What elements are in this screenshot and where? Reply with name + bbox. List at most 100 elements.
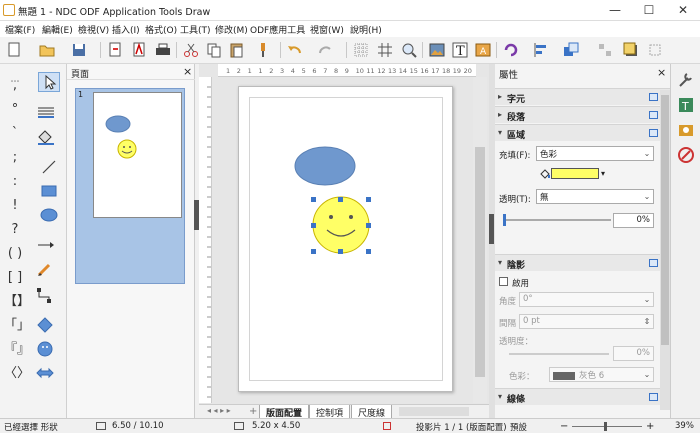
menu-help[interactable]: 說明(H) xyxy=(350,23,382,36)
glyph-exclamation[interactable]: ! xyxy=(4,196,26,216)
zoom-slider-thumb[interactable] xyxy=(604,422,607,431)
shadow-more-icon[interactable] xyxy=(649,259,658,267)
menu-tools[interactable]: 工具(T) xyxy=(180,23,211,36)
transparency-slider[interactable] xyxy=(499,214,611,226)
minimize-button[interactable]: — xyxy=(598,0,632,21)
pages-panel-close-icon[interactable]: × xyxy=(183,65,192,78)
glyph-brackets[interactable]: [ ] xyxy=(4,268,26,288)
zoom-out-icon[interactable]: − xyxy=(560,421,568,432)
horizontal-ruler[interactable]: 1 2 1 1 2 3 4 5 6 7 8 9 10 11 12 13 14 15 16 17 18 19 20 xyxy=(218,64,476,77)
maximize-button[interactable]: ☐ xyxy=(632,0,666,21)
paste-icon[interactable] xyxy=(228,41,246,59)
redo-icon[interactable] xyxy=(316,41,334,59)
glyph-semicolon[interactable]: ; xyxy=(4,148,26,168)
zoom-slider[interactable] xyxy=(572,426,642,427)
section-paragraph[interactable]: ▸ 段落 xyxy=(495,106,670,123)
area-more-icon[interactable] xyxy=(649,129,658,137)
menu-window[interactable]: 視窗(W) xyxy=(310,23,344,36)
menu-odf-tools[interactable]: ODF應用工具 xyxy=(250,23,305,36)
arrange-icon[interactable] xyxy=(562,41,580,59)
line-color-icon[interactable] xyxy=(35,102,57,122)
menu-format[interactable]: 格式(O) xyxy=(145,23,177,36)
line-more-icon[interactable] xyxy=(649,393,658,401)
line-arrow-tool-icon[interactable] xyxy=(35,236,57,256)
fill-select[interactable]: 色彩 ⌄ xyxy=(536,146,654,161)
glyph-lenticular[interactable]: 【】 xyxy=(4,292,30,312)
close-button[interactable]: ✕ xyxy=(666,0,700,21)
helplines-icon[interactable] xyxy=(376,41,394,59)
properties-deck-icon[interactable] xyxy=(676,70,696,90)
tab-nav-arrows[interactable]: ◂ ◂ ▸ ▸ xyxy=(207,406,231,415)
section-shadow[interactable]: ▾ 陰影 xyxy=(495,254,670,271)
vertical-scrollbar-thumb[interactable] xyxy=(475,147,485,377)
ellipse-tool-icon[interactable] xyxy=(38,206,60,226)
add-layer-icon[interactable]: + xyxy=(249,406,257,417)
rectangle-tool-icon[interactable] xyxy=(38,182,60,202)
styles-deck-icon[interactable]: T xyxy=(676,95,696,115)
tab-layout[interactable]: 版面配置 xyxy=(259,405,310,419)
glyph-backtick[interactable]: ` xyxy=(4,124,26,144)
open-icon[interactable] xyxy=(38,41,56,59)
shadow-enable-checkbox[interactable] xyxy=(499,277,508,286)
rotate-icon[interactable] xyxy=(502,41,520,59)
grid-icon[interactable] xyxy=(352,41,370,59)
drawing-page[interactable] xyxy=(238,86,453,392)
section-area[interactable]: ▾ 區域 xyxy=(495,124,670,141)
sidebar-scrollbar-thumb[interactable] xyxy=(661,95,669,345)
transparency-select[interactable]: 無 ⌄ xyxy=(536,189,654,204)
section-character[interactable]: ▸ 字元 xyxy=(495,88,670,105)
distribute-icon[interactable] xyxy=(596,41,614,59)
navigator-deck-icon[interactable] xyxy=(676,145,696,165)
shadow-icon[interactable] xyxy=(622,41,640,59)
glyph-white-corner-brackets[interactable]: 『』 xyxy=(4,340,30,360)
undo-icon[interactable] xyxy=(286,41,304,59)
glyph-colon[interactable]: : xyxy=(4,172,26,192)
fill-color-swatch[interactable] xyxy=(551,168,599,179)
sidebar-close-icon[interactable]: × xyxy=(657,66,666,79)
fill-color-dropdown-icon[interactable]: ▾ xyxy=(601,169,605,178)
align-icon[interactable] xyxy=(532,41,550,59)
vertical-scrollbar[interactable] xyxy=(473,77,487,403)
insert-image-icon[interactable] xyxy=(428,41,446,59)
clone-formatting-icon[interactable] xyxy=(258,41,276,59)
curve-tool-icon[interactable] xyxy=(35,260,57,280)
menu-edit[interactable]: 編輯(E) xyxy=(42,23,73,36)
save-icon[interactable] xyxy=(70,41,88,59)
glyph-question[interactable]: ? xyxy=(4,220,26,240)
glyph-parentheses[interactable]: ( ) xyxy=(4,244,26,264)
text-box-icon[interactable]: T xyxy=(451,41,469,59)
block-arrows-icon[interactable] xyxy=(35,364,57,384)
page-thumbnail[interactable]: 1 xyxy=(75,88,185,284)
connector-tool-icon[interactable] xyxy=(35,286,57,306)
new-icon[interactable] xyxy=(5,41,23,59)
line-tool-icon[interactable] xyxy=(38,158,60,178)
zoom-icon[interactable] xyxy=(400,41,418,59)
select-tool-icon[interactable] xyxy=(38,72,60,92)
tab-controls[interactable]: 控制項 xyxy=(309,405,351,419)
menu-view[interactable]: 檢視(V) xyxy=(78,23,109,36)
transparency-percent-field[interactable]: 0% xyxy=(613,213,654,228)
gallery-deck-icon[interactable] xyxy=(676,120,696,140)
print-icon[interactable] xyxy=(154,41,172,59)
paragraph-more-icon[interactable] xyxy=(649,111,658,119)
copy-icon[interactable] xyxy=(205,41,223,59)
blue-ellipse-shape[interactable] xyxy=(294,146,356,186)
glyph-comma[interactable]: , xyxy=(4,76,26,96)
fill-color-icon[interactable] xyxy=(35,128,57,148)
sidebar-scrollbar[interactable] xyxy=(660,90,670,410)
glyph-degree[interactable]: ° xyxy=(4,100,26,120)
fontwork-icon[interactable]: A xyxy=(474,41,492,59)
basic-shapes-icon[interactable] xyxy=(35,316,57,336)
smiley-face-shape[interactable] xyxy=(312,196,370,254)
crop-icon[interactable] xyxy=(646,41,664,59)
vertical-ruler[interactable] xyxy=(199,77,212,403)
symbol-shapes-icon[interactable] xyxy=(35,340,57,360)
transparency-slider-thumb[interactable] xyxy=(503,214,506,226)
glyph-corner-brackets[interactable]: 「」 xyxy=(4,316,30,336)
zoom-in-icon[interactable]: + xyxy=(646,421,654,432)
character-more-icon[interactable] xyxy=(649,93,658,101)
menu-file[interactable]: 檔案(F) xyxy=(5,23,35,36)
section-line[interactable]: ▾ 線條 xyxy=(495,388,670,405)
export-icon[interactable] xyxy=(106,41,124,59)
document-modified-icon[interactable] xyxy=(383,422,391,430)
